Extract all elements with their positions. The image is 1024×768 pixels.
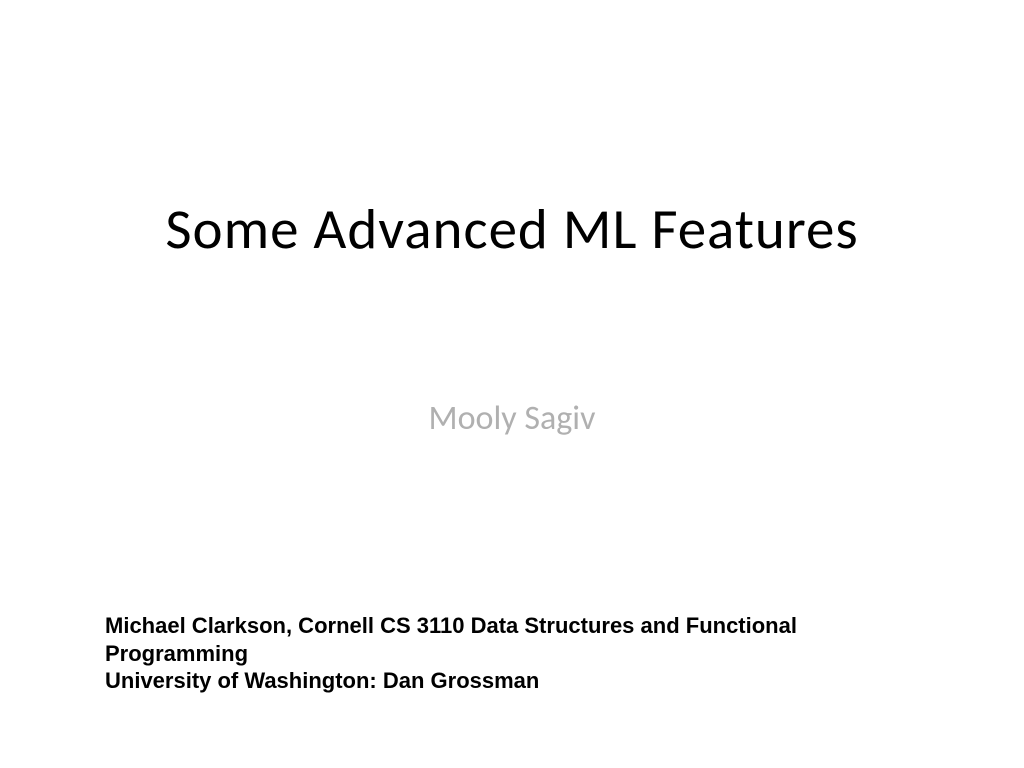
footer-line-1: Michael Clarkson, Cornell CS 3110 Data S… <box>105 612 944 667</box>
slide-footer: Michael Clarkson, Cornell CS 3110 Data S… <box>105 612 944 695</box>
slide-subtitle: Mooly Sagiv <box>0 398 1024 439</box>
footer-line-2: University of Washington: Dan Grossman <box>105 667 944 695</box>
slide-title: Some Advanced ML Features <box>0 195 1024 264</box>
